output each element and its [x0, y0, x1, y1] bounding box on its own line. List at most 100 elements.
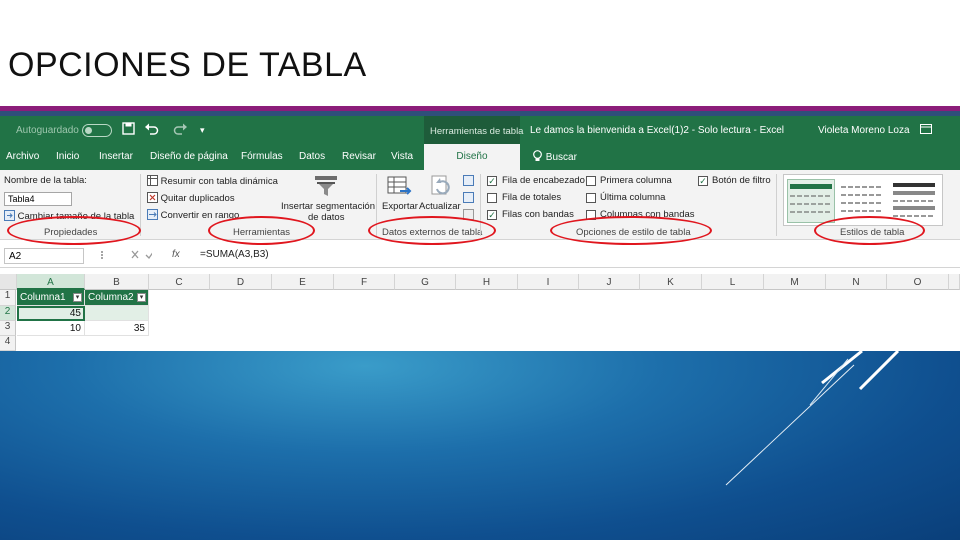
last-column-label: Última columna: [600, 192, 666, 203]
filter-button-label: Botón de filtro: [712, 175, 771, 186]
column-header[interactable]: J: [579, 274, 640, 290]
customize-qat-icon[interactable]: ▾: [200, 125, 205, 136]
column-header[interactable]: G: [395, 274, 456, 290]
table-style-swatch[interactable]: [787, 179, 835, 223]
cell-b2[interactable]: [85, 306, 149, 321]
tab-inicio[interactable]: Inicio: [56, 151, 79, 162]
remove-duplicates-button[interactable]: Quitar duplicados: [147, 192, 235, 204]
row-header[interactable]: 3: [0, 321, 16, 336]
user-name[interactable]: Violeta Moreno Loza: [818, 125, 910, 136]
column-header[interactable]: L: [702, 274, 764, 290]
title-bar: Autoguardado ▾ Herramientas de tabla Le …: [0, 116, 960, 144]
filter-dropdown-icon[interactable]: ▾: [137, 293, 146, 302]
column-header[interactable]: B: [85, 274, 149, 290]
highlight-oval-opciones-estilo: [550, 216, 712, 245]
insert-slicer-label-2[interactable]: de datos: [308, 212, 344, 223]
cell-a2[interactable]: 45: [17, 306, 85, 321]
decorative-lines: [725, 351, 900, 486]
remove-duplicates-label: Quitar duplicados: [160, 193, 235, 204]
tab-datos[interactable]: Datos: [299, 151, 325, 162]
slicer-icon[interactable]: [313, 174, 339, 201]
search-tab-label: Buscar: [545, 152, 577, 163]
refresh-button[interactable]: Actualizar: [419, 201, 461, 212]
column-header[interactable]: I: [518, 274, 579, 290]
export-button[interactable]: Exportar: [382, 201, 418, 212]
slide-title: OPCIONES DE TABLA: [8, 46, 367, 84]
formula-controls: [92, 250, 155, 263]
column-header[interactable]: H: [456, 274, 518, 290]
tab-insertar[interactable]: Insertar: [99, 151, 133, 162]
highlight-oval-estilos: [814, 216, 925, 245]
banded-rows-label: Filas con bandas: [502, 209, 574, 220]
column-header[interactable]: M: [764, 274, 826, 290]
tab-archivo[interactable]: Archivo: [6, 151, 39, 162]
insert-function-button[interactable]: fx: [172, 249, 180, 260]
table-style-swatch[interactable]: [891, 179, 939, 223]
convert-range-icon: [147, 209, 158, 220]
cell-a3[interactable]: 10: [17, 321, 85, 336]
banded-rows-checkbox[interactable]: ✓: [487, 210, 497, 220]
tab-diseno[interactable]: Diseño: [424, 144, 520, 170]
tab-revisar[interactable]: Revisar: [342, 151, 376, 162]
undo-icon[interactable]: [144, 122, 160, 138]
table-name-input[interactable]: [4, 192, 72, 206]
worksheet-grid: A B C D E F G H I J K L M N O 1 2 3 4 Co…: [0, 274, 960, 351]
remove-duplicates-icon: [147, 192, 158, 203]
ribbon-display-icon[interactable]: [920, 124, 932, 137]
name-box[interactable]: A2: [4, 248, 84, 264]
cell-b3[interactable]: 35: [85, 321, 149, 336]
column-header[interactable]: C: [149, 274, 210, 290]
column-header[interactable]: A: [17, 274, 85, 290]
table-header-label: Columna2: [88, 292, 134, 303]
select-all-corner[interactable]: [0, 274, 17, 290]
summarize-pivot-label: Resumir con tabla dinámica: [160, 176, 278, 187]
tab-formulas[interactable]: Fórmulas: [241, 151, 283, 162]
column-header[interactable]: D: [210, 274, 272, 290]
row-header[interactable]: 4: [0, 336, 16, 351]
autosave-label: Autoguardado: [16, 125, 79, 136]
summarize-pivot-button[interactable]: Resumir con tabla dinámica: [147, 175, 278, 187]
table-tools-context-title: Herramientas de tabla: [424, 116, 523, 144]
column-header[interactable]: O: [887, 274, 949, 290]
first-column-label: Primera columna: [600, 175, 672, 186]
highlight-oval-herramientas: [208, 216, 315, 245]
tab-vista[interactable]: Vista: [391, 151, 413, 162]
table-header-cell[interactable]: Columna2 ▾: [85, 290, 149, 306]
filter-dropdown-icon[interactable]: ▾: [73, 293, 82, 302]
table-header-cell[interactable]: Columna1 ▾: [17, 290, 85, 306]
refresh-icon[interactable]: [428, 173, 454, 202]
header-row-checkbox[interactable]: ✓: [487, 176, 497, 186]
table-header-label: Columna1: [20, 292, 66, 303]
formula-input[interactable]: =SUMA(A3,B3): [200, 249, 269, 260]
column-header-partial[interactable]: [949, 274, 960, 290]
export-icon[interactable]: [386, 173, 412, 202]
row-header[interactable]: 2: [0, 306, 16, 321]
last-column-checkbox[interactable]: [586, 193, 596, 203]
autosave-toggle[interactable]: [82, 124, 112, 137]
save-icon[interactable]: [122, 122, 135, 138]
redo-icon[interactable]: [172, 122, 188, 138]
row-header[interactable]: 1: [0, 290, 16, 306]
first-column-checkbox[interactable]: [586, 176, 596, 186]
properties-icon[interactable]: [463, 175, 474, 186]
column-header[interactable]: K: [640, 274, 702, 290]
tab-diseno-pagina[interactable]: Diseño de página: [150, 151, 228, 162]
group-separator: [776, 174, 777, 236]
pivot-table-icon: [147, 175, 158, 186]
column-header[interactable]: F: [334, 274, 395, 290]
highlight-oval-propiedades: [7, 216, 141, 245]
document-title: Le damos la bienvenida a Excel(1)2 - Sol…: [530, 125, 785, 136]
background-area: [0, 351, 960, 540]
filter-button-checkbox[interactable]: ✓: [698, 176, 708, 186]
column-header[interactable]: N: [826, 274, 887, 290]
resize-table-icon: [4, 210, 15, 221]
open-in-browser-icon[interactable]: [463, 192, 474, 203]
tell-me-search[interactable]: Buscar: [532, 150, 577, 163]
ribbon-tab-bar: Archivo Inicio Insertar Diseño de página…: [0, 144, 960, 170]
insert-slicer-label-1[interactable]: Insertar segmentación: [281, 201, 375, 212]
total-row-checkbox[interactable]: [487, 193, 497, 203]
group-separator: [140, 174, 141, 236]
column-header[interactable]: E: [272, 274, 334, 290]
highlight-oval-datos-externos: [368, 216, 496, 245]
header-row-label: Fila de encabezado: [502, 175, 585, 186]
